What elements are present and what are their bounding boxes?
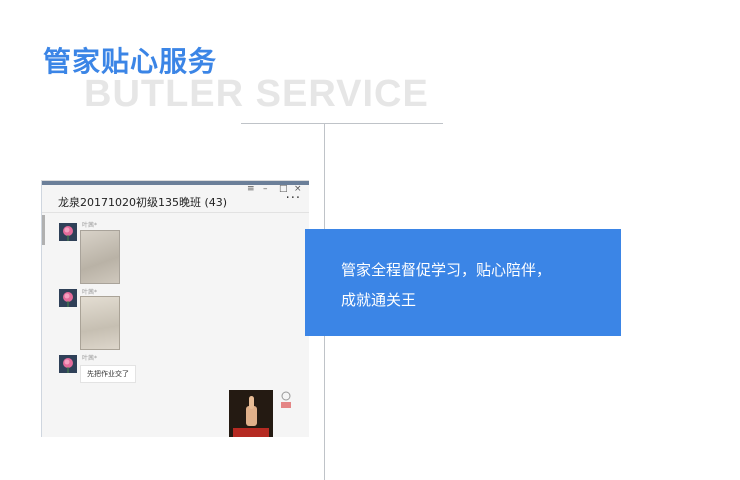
- sender-name: 叶茜*: [82, 289, 98, 296]
- message-image[interactable]: [80, 230, 120, 284]
- chat-title: 龙泉20171020初级135晚班 (43): [58, 196, 228, 209]
- sender-name: 叶茜*: [82, 222, 98, 229]
- callout-line-1: 管家全程督促学习，贴心陪伴，: [341, 261, 552, 279]
- callout-box: 管家全程督促学习，贴心陪伴， 成就通关王: [305, 229, 621, 336]
- window-top-bar: [42, 181, 309, 185]
- avatar[interactable]: [59, 223, 77, 241]
- thumbs-up-photo[interactable]: [229, 390, 273, 437]
- minimize-button[interactable]: –: [263, 184, 268, 194]
- avatar[interactable]: [59, 289, 77, 307]
- self-avatar[interactable]: [278, 388, 294, 412]
- chat-window: ≡ – □ × 龙泉20171020初级135晚班 (43) ··· 叶茜* 叶…: [41, 180, 309, 437]
- pin-icon[interactable]: ≡: [247, 184, 255, 194]
- callout-line-2: 成就通关王: [341, 291, 417, 309]
- divider-horizontal: [241, 123, 443, 124]
- sender-name: 叶茜*: [82, 355, 98, 362]
- title-separator: [42, 212, 309, 213]
- title-en-watermark: BUTLER SERVICE: [84, 73, 429, 115]
- message-bubble: 先把作业交了: [80, 365, 136, 383]
- scrollbar[interactable]: [42, 215, 45, 245]
- message-image[interactable]: [80, 296, 120, 350]
- more-icon[interactable]: ···: [286, 191, 301, 206]
- avatar[interactable]: [59, 355, 77, 373]
